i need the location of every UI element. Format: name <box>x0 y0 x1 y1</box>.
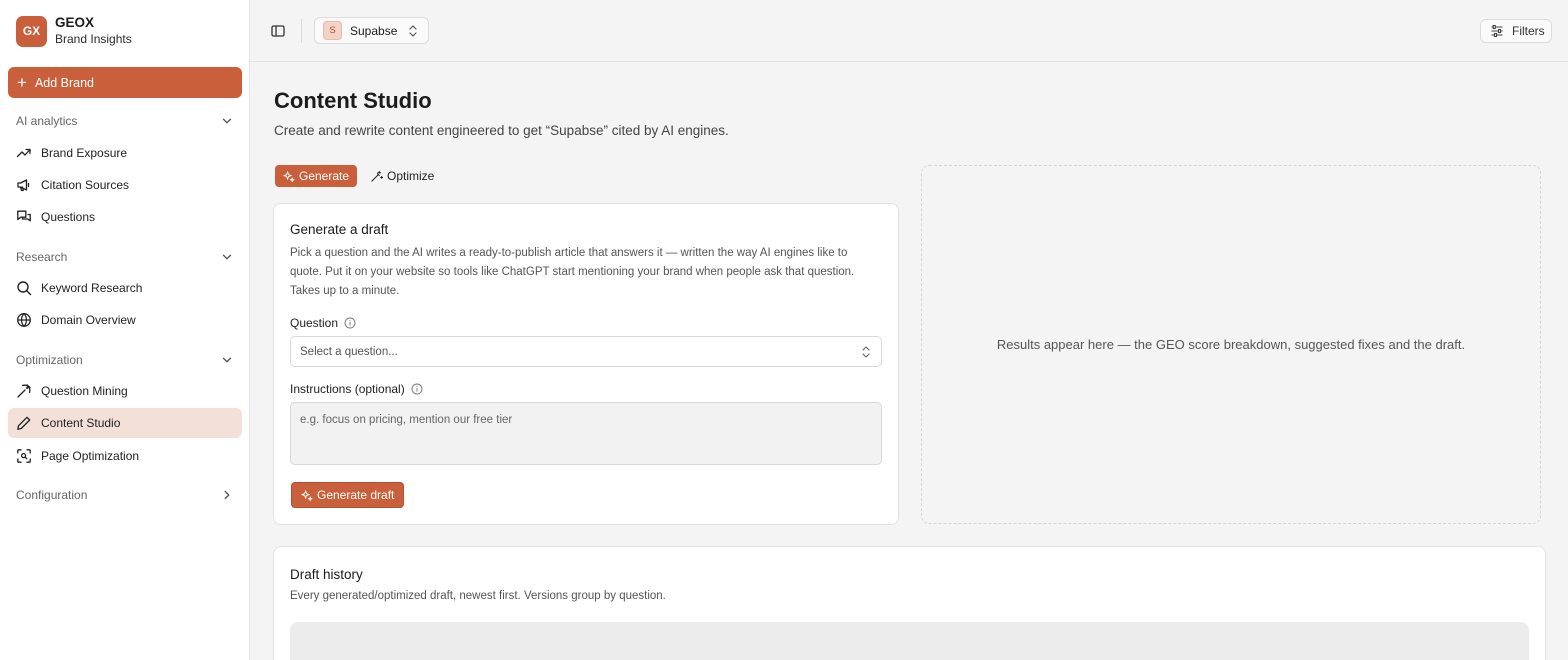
sidebar-item-page-optimization[interactable]: Page Optimization <box>8 441 242 471</box>
question-label: Question <box>290 316 356 330</box>
sidebar-item-brand-exposure[interactable]: Brand Exposure <box>8 138 242 168</box>
top-bar: S Supabse Filters <box>250 0 1568 62</box>
tab-label: Optimize <box>387 169 435 183</box>
brand-selector[interactable]: S Supabse <box>314 17 429 44</box>
card-title: Generate a draft <box>290 222 389 237</box>
sparkles-icon <box>283 170 295 182</box>
section-research[interactable]: Research <box>16 247 234 267</box>
tab-generate[interactable]: Generate <box>275 165 357 187</box>
results-panel: Results appear here — the GEO score brea… <box>921 165 1541 524</box>
chevrons-up-down-icon <box>409 25 417 37</box>
question-select[interactable]: Select a question... <box>290 336 882 367</box>
sidebar-item-domain-overview[interactable]: Domain Overview <box>8 305 242 335</box>
generate-draft-label: Generate draft <box>317 488 395 502</box>
sidebar-item-label: Question Mining <box>41 384 128 398</box>
search-icon <box>17 281 32 296</box>
globe-icon <box>17 313 31 327</box>
instructions-textarea[interactable] <box>290 402 882 465</box>
chevron-down-icon <box>222 357 232 363</box>
sidebar-item-content-studio[interactable]: Content Studio <box>8 408 242 438</box>
add-brand-button[interactable]: + Add Brand <box>8 67 242 98</box>
sidebar-item-label: Page Optimization <box>41 449 140 463</box>
trending-up-icon <box>16 148 31 158</box>
section-configuration[interactable]: Configuration <box>16 485 234 505</box>
draft-history-title: Draft history <box>290 567 363 582</box>
chevron-down-icon <box>222 254 232 260</box>
sidebar-item-label: Questions <box>41 210 96 224</box>
section-label: AI analytics <box>16 114 78 128</box>
draft-history-card: Draft history Every generated/optimized … <box>273 546 1546 660</box>
page-subtitle: Create and rewrite content engineered to… <box>274 123 729 138</box>
brand-header[interactable]: GX GEOX Brand Insights <box>16 15 132 47</box>
tab-label: Generate <box>299 169 350 183</box>
sliders-icon <box>1491 24 1503 38</box>
card-description: Pick a question and the AI writes a read… <box>290 247 855 297</box>
question-select-placeholder: Select a question... <box>300 345 398 358</box>
chevrons-up-down-icon <box>862 346 870 358</box>
chat-bubbles-icon <box>17 210 31 222</box>
pencil-icon <box>17 416 31 430</box>
draft-history-subtitle: Every generated/optimized draft, newest … <box>290 590 666 602</box>
plus-icon: + <box>17 73 27 92</box>
section-optimization[interactable]: Optimization <box>16 350 234 370</box>
instructions-label: Instructions (optional) <box>290 382 423 396</box>
sidebar-item-keyword-research[interactable]: Keyword Research <box>8 273 242 303</box>
loading-skeleton <box>290 622 1529 660</box>
sidebar-item-label: Brand Exposure <box>41 146 128 160</box>
add-brand-label: Add Brand <box>34 75 95 90</box>
sidebar-item-label: Citation Sources <box>41 178 130 192</box>
sidebar: GX GEOX Brand Insights + Add Brand AI an… <box>0 0 250 660</box>
instructions-label-text: Instructions (optional) <box>290 382 405 396</box>
divider <box>301 19 302 43</box>
brand-avatar: S <box>323 21 342 40</box>
info-icon[interactable] <box>411 383 423 395</box>
sidebar-item-citation-sources[interactable]: Citation Sources <box>8 170 242 200</box>
brand-selector-value: Supabse <box>350 23 398 38</box>
tab-optimize[interactable]: Optimize <box>363 165 443 187</box>
section-label: Optimization <box>16 353 83 367</box>
brand-name: GEOX <box>55 15 95 30</box>
section-label: Research <box>16 250 68 264</box>
results-placeholder: Results appear here — the GEO score brea… <box>996 337 1466 352</box>
scan-search-icon <box>17 449 31 463</box>
brand-logo: GX <box>16 15 47 47</box>
sidebar-toggle-icon[interactable] <box>269 22 287 40</box>
megaphone-icon <box>17 179 30 192</box>
brand-subtitle: Brand Insights <box>55 32 132 46</box>
section-label: Configuration <box>16 488 88 502</box>
filters-button[interactable]: Filters <box>1480 19 1552 43</box>
generate-draft-button[interactable]: Generate draft <box>291 482 404 508</box>
generate-draft-card: Generate a draft Pick a question and the… <box>273 203 899 525</box>
sidebar-item-label: Content Studio <box>41 416 121 430</box>
page-title: Content Studio <box>274 88 432 113</box>
chevron-down-icon <box>222 118 232 124</box>
sidebar-item-label: Keyword Research <box>41 281 143 295</box>
question-label-text: Question <box>290 316 339 330</box>
filters-label: Filters <box>1512 24 1545 38</box>
sidebar-item-questions[interactable]: Questions <box>8 202 242 232</box>
info-icon[interactable] <box>344 317 356 329</box>
sparkles-icon <box>301 489 313 501</box>
pickaxe-icon <box>17 384 31 398</box>
chevron-right-icon <box>224 490 230 500</box>
magic-wand-icon <box>371 170 383 182</box>
sidebar-item-question-mining[interactable]: Question Mining <box>8 376 242 406</box>
sidebar-item-label: Domain Overview <box>41 313 136 327</box>
section-ai-analytics[interactable]: AI analytics <box>16 111 234 131</box>
